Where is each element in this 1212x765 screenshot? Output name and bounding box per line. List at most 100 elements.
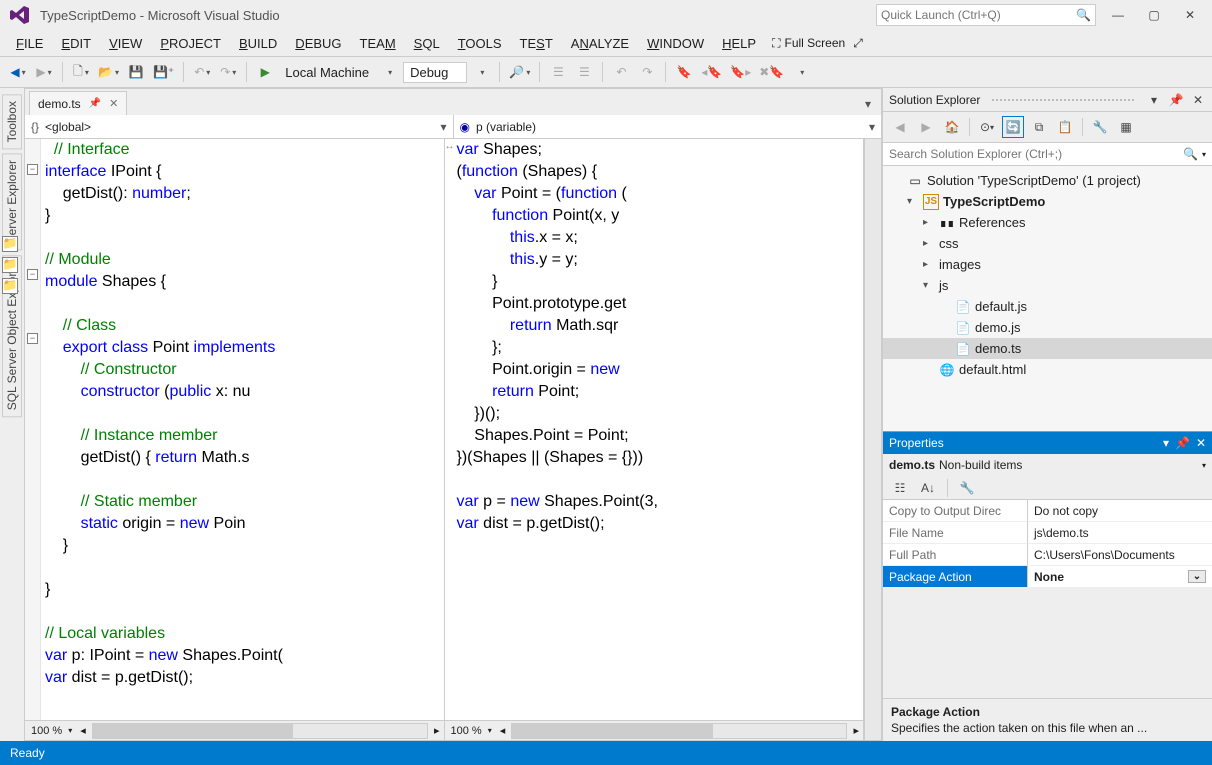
- se-refresh-button[interactable]: 🔄: [1002, 116, 1024, 138]
- property-value[interactable]: js\demo.ts: [1028, 522, 1212, 544]
- toolbar-overflow-button[interactable]: ▾: [789, 60, 813, 84]
- tree-item[interactable]: ▾ 📁 js: [883, 275, 1212, 296]
- open-file-button[interactable]: 📂▾: [95, 60, 122, 84]
- panel-menu-button[interactable]: ▾: [1146, 92, 1162, 108]
- se-properties-button[interactable]: 🔧: [1089, 116, 1111, 138]
- se-home-button[interactable]: 🏠: [941, 116, 963, 138]
- run-target-dropdown[interactable]: Local Machine: [279, 65, 375, 80]
- tree-item[interactable]: 📄 default.js: [883, 296, 1212, 317]
- se-preview-button[interactable]: ▦: [1115, 116, 1137, 138]
- tree-item[interactable]: 📄 demo.ts: [883, 338, 1212, 359]
- scroll-right-button[interactable]: ▸: [430, 724, 444, 737]
- menu-window[interactable]: WINDOW: [639, 33, 712, 54]
- panel-menu-button[interactable]: ▾: [1163, 436, 1169, 450]
- menu-edit[interactable]: EDIT: [53, 33, 99, 54]
- step-forward-button[interactable]: ↷: [635, 60, 659, 84]
- hscroll-right[interactable]: [511, 723, 847, 739]
- tree-item[interactable]: ▾ JS TypeScriptDemo: [883, 191, 1212, 212]
- tree-item[interactable]: ▸ ∎∎ References: [883, 212, 1212, 233]
- config-dropdown[interactable]: Debug: [403, 62, 467, 83]
- expand-icon[interactable]: ▾: [907, 196, 919, 207]
- menu-view[interactable]: VIEW: [101, 33, 150, 54]
- property-row[interactable]: Package Action None⌄: [883, 566, 1212, 588]
- zoom-dropdown-left[interactable]: 100 %: [25, 725, 68, 737]
- code-body-left[interactable]: − − − // Interface interface IPoint { ge…: [25, 139, 444, 720]
- close-button[interactable]: ✕: [1176, 4, 1204, 26]
- full-screen-button[interactable]: ⛶ Full Screen ⤢: [766, 33, 869, 54]
- se-back-button[interactable]: ◀: [889, 116, 911, 138]
- save-all-button[interactable]: 💾⁺: [150, 60, 177, 84]
- pin-icon[interactable]: 📌: [1175, 436, 1190, 450]
- pin-icon[interactable]: 📌: [1168, 92, 1184, 108]
- solution-explorer-search[interactable]: 🔍▾: [883, 142, 1212, 166]
- se-show-all-button[interactable]: 📋: [1054, 116, 1076, 138]
- close-tab-icon[interactable]: ✕: [109, 97, 118, 110]
- expand-icon[interactable]: ▸: [923, 238, 935, 249]
- se-search-input[interactable]: [889, 147, 1179, 161]
- split-handle-icon[interactable]: ↔: [445, 141, 455, 152]
- scroll-left-button[interactable]: ◂: [76, 724, 90, 737]
- save-button[interactable]: 💾: [124, 60, 148, 84]
- se-collapse-all-button[interactable]: ⧉: [1028, 116, 1050, 138]
- vertical-scrollbar[interactable]: [864, 139, 881, 740]
- tab-overflow-button[interactable]: ▾: [859, 93, 877, 115]
- step-back-button[interactable]: ↶: [609, 60, 633, 84]
- properties-object-row[interactable]: demo.ts Non-build items ▾: [883, 454, 1212, 476]
- menu-test[interactable]: TEST: [512, 33, 561, 54]
- fold-icon[interactable]: −: [27, 333, 38, 344]
- property-pages-button[interactable]: 🔧: [956, 477, 978, 499]
- code-body-right[interactable]: ↔ var Shapes; (function (Shapes) { var P…: [445, 139, 864, 720]
- start-debug-button[interactable]: ▶: [253, 60, 277, 84]
- pin-icon[interactable]: 📌: [89, 98, 101, 109]
- close-panel-button[interactable]: ✕: [1190, 92, 1206, 108]
- tree-item[interactable]: 🌐 default.html: [883, 359, 1212, 380]
- undo-button[interactable]: ↶▾: [190, 60, 214, 84]
- categorized-button[interactable]: ☷: [889, 477, 911, 499]
- menu-build[interactable]: BUILD: [231, 33, 285, 54]
- quick-launch-input[interactable]: [881, 8, 1076, 22]
- property-row[interactable]: File Name js\demo.ts: [883, 522, 1212, 544]
- tree-item[interactable]: 📄 demo.js: [883, 317, 1212, 338]
- se-sync-button[interactable]: ⊙▾: [976, 116, 998, 138]
- maximize-button[interactable]: ▢: [1140, 4, 1168, 26]
- quick-launch-box[interactable]: 🔍: [876, 4, 1096, 26]
- zoom-dropdown-right[interactable]: 100 %: [445, 725, 488, 737]
- expand-icon[interactable]: ▾: [923, 280, 935, 291]
- fold-icon[interactable]: −: [27, 164, 38, 175]
- menu-sql[interactable]: SQL: [406, 33, 448, 54]
- menu-file[interactable]: FILE: [8, 33, 51, 54]
- tree-item[interactable]: ▸ 📁 css: [883, 233, 1212, 254]
- search-icon[interactable]: 🔍: [1076, 8, 1091, 22]
- comment-out-button[interactable]: ☰: [546, 60, 570, 84]
- search-icon[interactable]: 🔍: [1183, 147, 1198, 161]
- new-project-button[interactable]: 🗋▾: [69, 60, 93, 84]
- se-forward-button[interactable]: ▶: [915, 116, 937, 138]
- menu-help[interactable]: HELP: [714, 33, 764, 54]
- property-value[interactable]: C:\Users\Fons\Documents: [1028, 544, 1212, 566]
- menu-team[interactable]: TEAM: [352, 33, 404, 54]
- uncomment-button[interactable]: ☰: [572, 60, 596, 84]
- menu-tools[interactable]: TOOLS: [450, 33, 510, 54]
- find-in-files-button[interactable]: 🔎▾: [506, 60, 533, 84]
- close-panel-button[interactable]: ✕: [1196, 436, 1206, 450]
- redo-button[interactable]: ↷▾: [216, 60, 240, 84]
- alphabetical-button[interactable]: A↓: [917, 477, 939, 499]
- fold-icon[interactable]: −: [27, 269, 38, 280]
- side-tab-toolbox[interactable]: Toolbox: [2, 94, 22, 149]
- property-row[interactable]: Full Path C:\Users\Fons\Documents: [883, 544, 1212, 566]
- dropdown-icon[interactable]: ⌄: [1188, 570, 1206, 583]
- bookmark-button[interactable]: 🔖: [672, 60, 696, 84]
- nav-member-dropdown[interactable]: ◉ p (variable) ▾: [454, 115, 882, 138]
- nav-scope-dropdown[interactable]: {} <global> ▾: [25, 115, 454, 138]
- nav-back-button[interactable]: ◀▾: [6, 60, 30, 84]
- clear-bookmarks-button[interactable]: ✖🔖: [756, 60, 787, 84]
- tree-item[interactable]: ▸ 📁 images: [883, 254, 1212, 275]
- menu-analyze[interactable]: ANALYZE: [563, 33, 637, 54]
- tree-item[interactable]: ▭ Solution 'TypeScriptDemo' (1 project): [883, 170, 1212, 191]
- minimize-button[interactable]: —: [1104, 4, 1132, 26]
- property-row[interactable]: Copy to Output Direc Do not copy: [883, 500, 1212, 522]
- menu-debug[interactable]: DEBUG: [287, 33, 349, 54]
- nav-forward-button[interactable]: ▶▾: [32, 60, 56, 84]
- property-value[interactable]: Do not copy: [1028, 500, 1212, 522]
- scroll-left-button[interactable]: ◂: [496, 724, 510, 737]
